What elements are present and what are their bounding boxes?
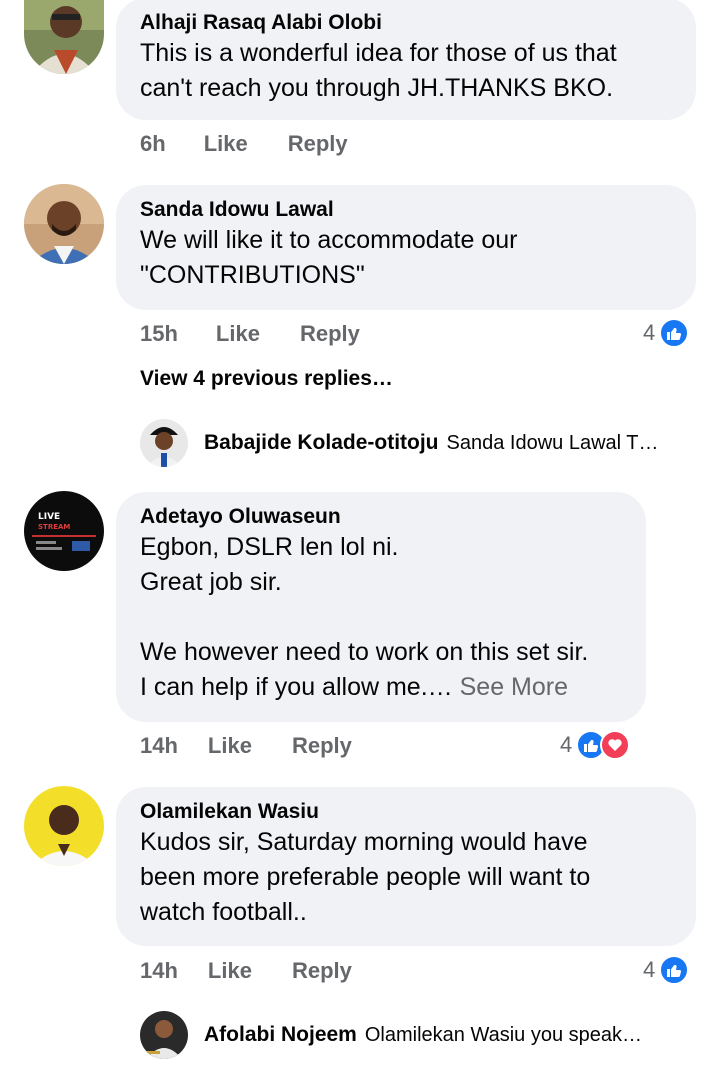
reply-author[interactable]: Afolabi Nojeem: [204, 1023, 357, 1047]
comment-line: Great job sir.: [140, 568, 282, 596]
reaction-count: 4: [643, 957, 656, 982]
comment-actions: 6h Like Reply: [140, 131, 348, 157]
comment-line: Egbon, DSLR len lol ni.: [140, 533, 399, 561]
like-button[interactable]: Like: [216, 321, 260, 347]
comment-text: This is a wonderful idea for those of us…: [140, 36, 672, 106]
reaction-summary[interactable]: 4: [643, 318, 690, 348]
view-previous-replies-link[interactable]: View 4 previous replies…: [140, 367, 393, 391]
reply-snippet: Olamilekan Wasiu you speak…: [364, 1023, 643, 1046]
comment-time[interactable]: 14h: [140, 958, 178, 984]
comment-bubble[interactable]: Sanda Idowu Lawal We will like it to acc…: [116, 185, 696, 310]
comment-bubble[interactable]: Adetayo Oluwaseun Egbon, DSLR len lol ni…: [116, 492, 646, 722]
avatar-stream-text: STREAM: [38, 523, 70, 531]
reply-preview[interactable]: Babajide Kolade-otitoju Sanda Idowu Lawa…: [140, 419, 659, 467]
reaction-summary[interactable]: 4: [560, 730, 631, 760]
avatar-image: [140, 419, 188, 467]
reply-button[interactable]: Reply: [292, 958, 352, 984]
comment-time[interactable]: 14h: [140, 733, 178, 759]
reply-author[interactable]: Babajide Kolade-otitoju: [204, 431, 439, 455]
avatar-image: [24, 0, 104, 74]
comment-line: watch football..: [140, 898, 307, 926]
comment-line: I can help if you allow me.… See More: [140, 670, 622, 705]
comment-line: We will like it to accommodate our: [140, 226, 518, 254]
avatar-afolabi[interactable]: [140, 1011, 188, 1059]
avatar-alhaji[interactable]: [24, 0, 104, 74]
reply-button[interactable]: Reply: [288, 131, 348, 157]
reaction-count: 4: [560, 732, 573, 757]
avatar-image: LIVE STREAM: [24, 491, 104, 571]
avatar-adetayo[interactable]: LIVE STREAM: [24, 491, 104, 571]
comment-line: We however need to work on this set sir.: [140, 638, 589, 666]
comment-actions: 14h Like Reply: [140, 958, 352, 984]
comment-text: Egbon, DSLR len lol ni. Great job sir. W…: [140, 530, 622, 705]
avatar-image: [140, 1011, 188, 1059]
comment-line: Kudos sir, Saturday morning would have: [140, 828, 588, 856]
reply-snippet: Sanda Idowu Lawal T…: [446, 431, 659, 454]
reaction-summary[interactable]: 4: [643, 955, 690, 985]
comment-line: been more preferable people will want to: [140, 863, 591, 891]
reply-button[interactable]: Reply: [300, 321, 360, 347]
comment-line: This is a wonderful idea for those of us…: [140, 39, 617, 67]
avatar-babajide[interactable]: [140, 419, 188, 467]
comment-text: Kudos sir, Saturday morning would have b…: [140, 825, 672, 930]
comment-author[interactable]: Olamilekan Wasiu: [140, 799, 672, 825]
comment-actions: 15h Like Reply: [140, 321, 360, 347]
avatar-live-text: LIVE: [38, 512, 60, 522]
comment-text: We will like it to accommodate our "CONT…: [140, 223, 672, 293]
love-reaction-icon: [600, 730, 631, 760]
see-more-link[interactable]: See More: [460, 673, 568, 701]
comment-line: can't reach you through JH.THANKS BKO.: [140, 74, 614, 102]
comment-time[interactable]: 15h: [140, 321, 178, 347]
comment-time[interactable]: 6h: [140, 131, 166, 157]
like-reaction-icon: [659, 318, 690, 348]
comment-author[interactable]: Sanda Idowu Lawal: [140, 197, 672, 223]
comment-actions: 14h Like Reply: [140, 733, 352, 759]
comment-line-text: I can help if you allow me.…: [140, 673, 453, 701]
comment-bubble[interactable]: Olamilekan Wasiu Kudos sir, Saturday mor…: [116, 787, 696, 946]
avatar-image: [24, 786, 104, 866]
like-reaction-icon: [659, 955, 690, 985]
reply-button[interactable]: Reply: [292, 733, 352, 759]
comment-line: "CONTRIBUTIONS": [140, 261, 365, 289]
avatar-olamilekan[interactable]: [24, 786, 104, 866]
like-button[interactable]: Like: [208, 958, 252, 984]
avatar-sanda[interactable]: [24, 184, 104, 264]
like-button[interactable]: Like: [204, 131, 248, 157]
reply-preview[interactable]: Afolabi Nojeem Olamilekan Wasiu you spea…: [140, 1011, 642, 1059]
comment-bubble[interactable]: Alhaji Rasaq Alabi Olobi This is a wonde…: [116, 0, 696, 120]
comment-author[interactable]: Alhaji Rasaq Alabi Olobi: [140, 10, 672, 36]
comment-author[interactable]: Adetayo Oluwaseun: [140, 504, 622, 530]
comment-line: [140, 600, 622, 635]
like-button[interactable]: Like: [208, 733, 252, 759]
reaction-count: 4: [643, 320, 656, 345]
avatar-image: [24, 184, 104, 264]
